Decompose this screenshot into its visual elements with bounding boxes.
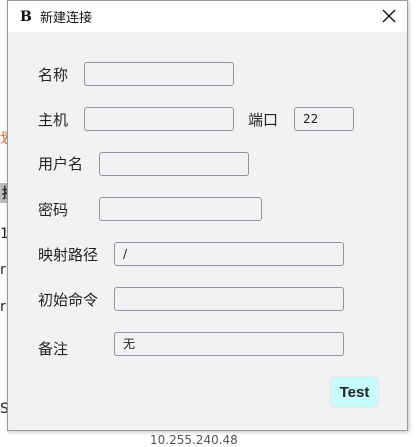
app-logo-icon: B: [20, 8, 32, 25]
mapping-path-label: 映射路径: [38, 246, 99, 264]
password-label: 密码: [38, 201, 69, 219]
host-input[interactable]: [84, 107, 234, 131]
init-command-label: 初始命令: [38, 291, 99, 309]
password-input[interactable]: [99, 197, 262, 221]
host-label: 主机: [38, 111, 69, 129]
dialog-titlebar[interactable]: B 新建连接: [8, 1, 407, 32]
remark-input[interactable]: 无: [114, 332, 344, 356]
port-input[interactable]: 22: [294, 107, 354, 131]
name-input[interactable]: [84, 62, 234, 86]
init-command-input[interactable]: [114, 287, 344, 311]
bg-ip-text: 10.255.240.48: [150, 433, 238, 447]
close-icon: [382, 9, 396, 23]
new-connection-dialog: B 新建连接 名称 主机 端口 22 用户名 密码 映射路径 / 初始命令 备注…: [7, 0, 408, 431]
username-input[interactable]: [99, 152, 249, 176]
dialog-title: 新建连接: [40, 11, 93, 26]
remark-label: 备注: [38, 340, 69, 358]
test-button[interactable]: Test: [331, 377, 378, 407]
port-label: 端口: [248, 111, 279, 129]
username-label: 用户名: [38, 155, 84, 173]
mapping-path-input[interactable]: /: [114, 242, 344, 266]
bg-text-fragment: r: [0, 262, 6, 278]
bg-text-fragment: r: [0, 299, 6, 315]
close-button[interactable]: [377, 5, 401, 27]
name-label: 名称: [38, 66, 69, 84]
